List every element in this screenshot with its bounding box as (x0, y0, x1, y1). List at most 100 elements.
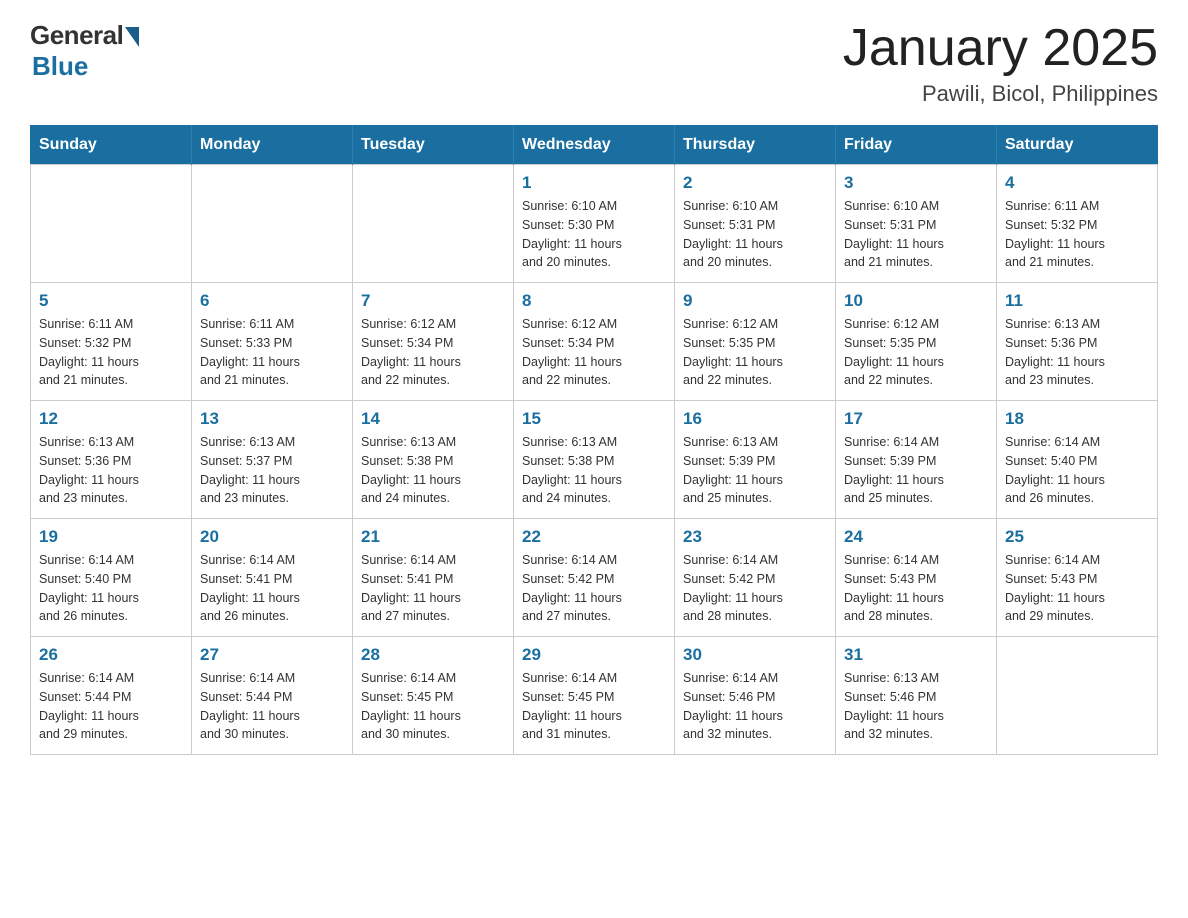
calendar-cell: 28 Sunrise: 6:14 AM Sunset: 5:45 PM Dayli… (353, 637, 514, 755)
calendar-title: January 2025 (843, 20, 1158, 77)
day-info: Sunrise: 6:14 AM Sunset: 5:42 PM Dayligh… (683, 551, 827, 626)
calendar-cell: 16 Sunrise: 6:13 AM Sunset: 5:39 PM Dayli… (675, 401, 836, 519)
calendar-cell: 7 Sunrise: 6:12 AM Sunset: 5:34 PM Daylig… (353, 283, 514, 401)
calendar-cell: 10 Sunrise: 6:12 AM Sunset: 5:35 PM Dayli… (836, 283, 997, 401)
calendar-cell: 25Sunrise: 6:14 AM Sunset: 5:43 PM Dayli… (997, 519, 1158, 637)
day-info: Sunrise: 6:11 AM Sunset: 5:32 PM Dayligh… (1005, 197, 1149, 272)
calendar-cell: 30 Sunrise: 6:14 AM Sunset: 5:46 PM Dayli… (675, 637, 836, 755)
day-info: Sunrise: 6:14 AM Sunset: 5:40 PM Dayligh… (39, 551, 183, 626)
day-info: Sunrise: 6:12 AM Sunset: 5:34 PM Dayligh… (522, 315, 666, 390)
day-header-friday: Friday (836, 126, 997, 165)
title-block: January 2025 Pawili, Bicol, Philippines (843, 20, 1158, 107)
calendar-cell: 3 Sunrise: 6:10 AM Sunset: 5:31 PM Daylig… (836, 165, 997, 283)
calendar-cell: 17 Sunrise: 6:14 AM Sunset: 5:39 PM Dayli… (836, 401, 997, 519)
day-number: 14 (361, 409, 505, 429)
day-number: 8 (522, 291, 666, 311)
day-number: 3 (844, 173, 988, 193)
day-number: 22 (522, 527, 666, 547)
day-info: Sunrise: 6:14 AM Sunset: 5:45 PM Dayligh… (361, 669, 505, 744)
calendar-week-row: 1Sunrise: 6:10 AM Sunset: 5:30 PM Daylig… (31, 165, 1158, 283)
calendar-cell (997, 637, 1158, 755)
day-info: Sunrise: 6:14 AM Sunset: 5:46 PM Dayligh… (683, 669, 827, 744)
day-number: 11 (1005, 291, 1149, 311)
calendar-cell: 31Sunrise: 6:13 AM Sunset: 5:46 PM Dayli… (836, 637, 997, 755)
calendar-cell: 23 Sunrise: 6:14 AM Sunset: 5:42 PM Dayli… (675, 519, 836, 637)
day-info: Sunrise: 6:12 AM Sunset: 5:35 PM Dayligh… (683, 315, 827, 390)
day-number: 17 (844, 409, 988, 429)
calendar-cell: 11 Sunrise: 6:13 AM Sunset: 5:36 PM Dayli… (997, 283, 1158, 401)
calendar-cell: 12 Sunrise: 6:13 AM Sunset: 5:36 PM Dayli… (31, 401, 192, 519)
day-number: 28 (361, 645, 505, 665)
calendar-cell: 14 Sunrise: 6:13 AM Sunset: 5:38 PM Dayli… (353, 401, 514, 519)
day-info: Sunrise: 6:13 AM Sunset: 5:46 PM Dayligh… (844, 669, 988, 744)
day-info: Sunrise: 6:11 AM Sunset: 5:32 PM Dayligh… (39, 315, 183, 390)
day-info: Sunrise: 6:10 AM Sunset: 5:31 PM Dayligh… (844, 197, 988, 272)
calendar-cell: 22 Sunrise: 6:14 AM Sunset: 5:42 PM Dayli… (514, 519, 675, 637)
day-info: Sunrise: 6:14 AM Sunset: 5:44 PM Dayligh… (39, 669, 183, 744)
day-header-wednesday: Wednesday (514, 126, 675, 165)
day-info: Sunrise: 6:12 AM Sunset: 5:35 PM Dayligh… (844, 315, 988, 390)
day-info: Sunrise: 6:13 AM Sunset: 5:37 PM Dayligh… (200, 433, 344, 508)
day-info: Sunrise: 6:11 AM Sunset: 5:33 PM Dayligh… (200, 315, 344, 390)
page-header: General Blue January 2025 Pawili, Bicol,… (30, 20, 1158, 107)
logo-blue-text: Blue (32, 51, 88, 82)
calendar-cell: 29Sunrise: 6:14 AM Sunset: 5:45 PM Dayli… (514, 637, 675, 755)
day-number: 19 (39, 527, 183, 547)
calendar-cell: 27Sunrise: 6:14 AM Sunset: 5:44 PM Dayli… (192, 637, 353, 755)
day-number: 7 (361, 291, 505, 311)
day-info: Sunrise: 6:10 AM Sunset: 5:31 PM Dayligh… (683, 197, 827, 272)
day-info: Sunrise: 6:13 AM Sunset: 5:39 PM Dayligh… (683, 433, 827, 508)
day-number: 27 (200, 645, 344, 665)
calendar-cell: 4 Sunrise: 6:11 AM Sunset: 5:32 PM Daylig… (997, 165, 1158, 283)
day-number: 30 (683, 645, 827, 665)
calendar-week-row: 19 Sunrise: 6:14 AM Sunset: 5:40 PM Dayli… (31, 519, 1158, 637)
day-header-sunday: Sunday (31, 126, 192, 165)
calendar-cell: 21Sunrise: 6:14 AM Sunset: 5:41 PM Dayli… (353, 519, 514, 637)
day-info: Sunrise: 6:14 AM Sunset: 5:43 PM Dayligh… (1005, 551, 1149, 626)
calendar-cell: 9Sunrise: 6:12 AM Sunset: 5:35 PM Daylig… (675, 283, 836, 401)
day-info: Sunrise: 6:14 AM Sunset: 5:42 PM Dayligh… (522, 551, 666, 626)
day-info: Sunrise: 6:14 AM Sunset: 5:39 PM Dayligh… (844, 433, 988, 508)
calendar-week-row: 12 Sunrise: 6:13 AM Sunset: 5:36 PM Dayli… (31, 401, 1158, 519)
calendar-cell: 15Sunrise: 6:13 AM Sunset: 5:38 PM Dayli… (514, 401, 675, 519)
logo-triangle-icon (125, 27, 139, 47)
calendar-cell: 19 Sunrise: 6:14 AM Sunset: 5:40 PM Dayli… (31, 519, 192, 637)
calendar-cell: 20Sunrise: 6:14 AM Sunset: 5:41 PM Dayli… (192, 519, 353, 637)
day-number: 12 (39, 409, 183, 429)
day-number: 10 (844, 291, 988, 311)
day-number: 23 (683, 527, 827, 547)
day-header-monday: Monday (192, 126, 353, 165)
day-info: Sunrise: 6:10 AM Sunset: 5:30 PM Dayligh… (522, 197, 666, 272)
calendar-table: SundayMondayTuesdayWednesdayThursdayFrid… (30, 125, 1158, 755)
day-number: 18 (1005, 409, 1149, 429)
calendar-cell (353, 165, 514, 283)
day-header-thursday: Thursday (675, 126, 836, 165)
day-info: Sunrise: 6:14 AM Sunset: 5:41 PM Dayligh… (200, 551, 344, 626)
day-number: 29 (522, 645, 666, 665)
day-info: Sunrise: 6:13 AM Sunset: 5:36 PM Dayligh… (39, 433, 183, 508)
calendar-cell (31, 165, 192, 283)
calendar-cell: 1Sunrise: 6:10 AM Sunset: 5:30 PM Daylig… (514, 165, 675, 283)
calendar-header-row: SundayMondayTuesdayWednesdayThursdayFrid… (31, 126, 1158, 165)
day-number: 13 (200, 409, 344, 429)
calendar-week-row: 5 Sunrise: 6:11 AM Sunset: 5:32 PM Daylig… (31, 283, 1158, 401)
day-info: Sunrise: 6:13 AM Sunset: 5:38 PM Dayligh… (361, 433, 505, 508)
day-number: 2 (683, 173, 827, 193)
calendar-cell: 13 Sunrise: 6:13 AM Sunset: 5:37 PM Dayli… (192, 401, 353, 519)
day-number: 15 (522, 409, 666, 429)
calendar-cell: 2 Sunrise: 6:10 AM Sunset: 5:31 PM Daylig… (675, 165, 836, 283)
day-number: 21 (361, 527, 505, 547)
day-header-tuesday: Tuesday (353, 126, 514, 165)
day-number: 5 (39, 291, 183, 311)
calendar-cell: 18Sunrise: 6:14 AM Sunset: 5:40 PM Dayli… (997, 401, 1158, 519)
calendar-subtitle: Pawili, Bicol, Philippines (843, 81, 1158, 107)
calendar-cell: 24Sunrise: 6:14 AM Sunset: 5:43 PM Dayli… (836, 519, 997, 637)
day-number: 4 (1005, 173, 1149, 193)
day-number: 16 (683, 409, 827, 429)
day-info: Sunrise: 6:12 AM Sunset: 5:34 PM Dayligh… (361, 315, 505, 390)
calendar-cell: 6Sunrise: 6:11 AM Sunset: 5:33 PM Daylig… (192, 283, 353, 401)
calendar-cell: 26Sunrise: 6:14 AM Sunset: 5:44 PM Dayli… (31, 637, 192, 755)
calendar-cell: 8 Sunrise: 6:12 AM Sunset: 5:34 PM Daylig… (514, 283, 675, 401)
calendar-cell (192, 165, 353, 283)
day-info: Sunrise: 6:13 AM Sunset: 5:36 PM Dayligh… (1005, 315, 1149, 390)
